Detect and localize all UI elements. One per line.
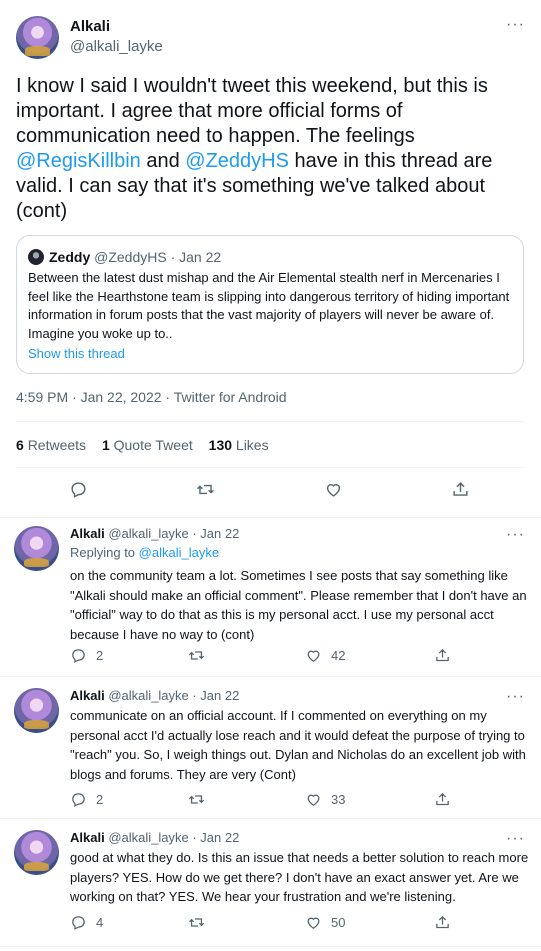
reply-actions: 4 50 — [70, 914, 470, 934]
tweet-timestamp[interactable]: 4:59 PM · Jan 22, 2022 · Twitter for And… — [16, 389, 287, 405]
divider — [16, 421, 525, 422]
reply-text: communicate on an official account. If I… — [70, 708, 526, 782]
reply-button[interactable] — [69, 480, 88, 499]
quote-header: Zeddy @ZeddyHS · Jan 22 — [49, 249, 221, 265]
share-icon — [453, 482, 468, 496]
mention-link[interactable]: @RegisKillbin — [16, 150, 141, 172]
reply-button[interactable]: 4 — [70, 914, 103, 931]
like-button[interactable]: 33 — [305, 791, 345, 808]
reply-header: Alkali @alkali_layke · Jan 22 — [70, 688, 239, 703]
reply-actions: 2 33 — [70, 791, 470, 811]
reply-text: good at what they do. Is this an issue t… — [70, 850, 529, 904]
share-button[interactable] — [451, 480, 470, 499]
retweets-label: Retweets — [27, 437, 87, 453]
likes-count: 130 — [208, 437, 233, 453]
show-thread-link[interactable]: Show this thread — [28, 346, 125, 361]
like-button[interactable]: 50 — [305, 914, 345, 931]
author-handle-date[interactable]: @alkali_layke · Jan 22 — [108, 830, 239, 845]
likes-label: Likes — [235, 437, 269, 453]
engagement-stats: 6 Retweets 1 Quote Tweet 130 Likes — [16, 437, 281, 453]
reply-button[interactable]: 2 — [70, 647, 103, 664]
replying-to-handle[interactable]: @alkali_layke — [139, 545, 219, 560]
retweet-button[interactable] — [188, 647, 214, 664]
share-button[interactable] — [434, 914, 451, 931]
author-handle-date[interactable]: @alkali_layke · Jan 22 — [108, 526, 239, 541]
retweet-button[interactable] — [188, 914, 214, 931]
like-button[interactable] — [324, 480, 343, 499]
avatar[interactable] — [16, 16, 59, 59]
divider — [0, 818, 541, 819]
replying-to: Replying to @alkali_layke — [70, 545, 219, 560]
reply-icon — [72, 649, 85, 663]
like-button[interactable]: 42 — [305, 647, 345, 664]
more-options-icon[interactable]: ··· — [506, 688, 525, 706]
quotes-label: Quote Tweet — [113, 437, 193, 453]
mention-link[interactable]: @ZeddyHS — [185, 150, 289, 172]
heart-icon — [307, 917, 320, 929]
retweet-icon — [197, 484, 214, 495]
quote-text: Between the latest dust mishap and the A… — [28, 270, 510, 341]
author-handle-date[interactable]: @alkali_layke · Jan 22 — [108, 688, 239, 703]
share-button[interactable] — [434, 791, 451, 808]
more-options-icon[interactable]: ··· — [506, 16, 525, 34]
share-button[interactable] — [434, 647, 451, 664]
reply-actions: 2 42 — [70, 647, 470, 667]
like-count: 50 — [331, 915, 346, 930]
more-options-icon[interactable]: ··· — [506, 830, 525, 848]
main-tweet-actions — [0, 480, 541, 504]
tweet-text-part: I know I said I wouldn't tweet this week… — [16, 75, 488, 147]
divider — [0, 676, 541, 677]
retweet-button[interactable] — [196, 480, 215, 499]
tweet-text: I know I said I wouldn't tweet this week… — [16, 74, 526, 224]
quotes-stat[interactable]: 1 Quote Tweet — [102, 437, 193, 453]
reply-text: on the community team a lot. Sometimes I… — [70, 568, 527, 642]
share-icon — [436, 915, 449, 929]
reply-icon — [71, 482, 86, 498]
replying-to-label: Replying to — [70, 545, 139, 560]
share-icon — [436, 648, 449, 662]
author-name[interactable]: Alkali — [70, 526, 105, 541]
like-count: 33 — [331, 792, 346, 807]
quoted-tweet[interactable]: Zeddy @ZeddyHS · Jan 22 Between the late… — [16, 235, 524, 374]
reply-header: Alkali @alkali_layke · Jan 22 — [70, 830, 239, 845]
retweet-icon — [188, 918, 205, 927]
quotes-count: 1 — [101, 437, 110, 453]
author-name[interactable]: Alkali — [70, 18, 110, 35]
share-icon — [436, 792, 449, 806]
retweet-icon — [188, 795, 205, 804]
divider — [0, 517, 541, 518]
quote-avatar — [28, 249, 44, 265]
likes-stat[interactable]: 130 Likes — [209, 437, 269, 453]
quote-author-name: Zeddy — [49, 249, 91, 265]
avatar[interactable] — [14, 830, 59, 875]
author-name[interactable]: Alkali — [70, 688, 105, 703]
retweets-stat[interactable]: 6 Retweets — [16, 437, 86, 453]
retweet-icon — [188, 651, 205, 660]
retweets-count: 6 — [16, 437, 24, 453]
reply-count: 4 — [96, 915, 104, 930]
heart-icon — [307, 650, 320, 662]
reply-button[interactable]: 2 — [70, 791, 103, 808]
divider — [0, 946, 541, 947]
avatar[interactable] — [14, 526, 59, 571]
heart-icon — [326, 484, 341, 497]
more-options-icon[interactable]: ··· — [506, 526, 525, 544]
author-handle[interactable]: @alkali_layke — [70, 38, 163, 55]
reply-icon — [72, 793, 85, 807]
retweet-button[interactable] — [188, 791, 214, 808]
reply-count: 2 — [96, 792, 104, 807]
reply-header: Alkali @alkali_layke · Jan 22 — [70, 526, 239, 541]
reply-count: 2 — [96, 648, 104, 663]
author-name[interactable]: Alkali — [70, 830, 105, 845]
reply-icon — [72, 916, 85, 930]
like-count: 42 — [331, 648, 346, 663]
heart-icon — [307, 794, 320, 806]
divider — [16, 467, 525, 468]
quote-handle-date: @ZeddyHS · Jan 22 — [94, 249, 222, 265]
tweet-text-part: and — [140, 150, 186, 172]
avatar[interactable] — [14, 688, 59, 733]
